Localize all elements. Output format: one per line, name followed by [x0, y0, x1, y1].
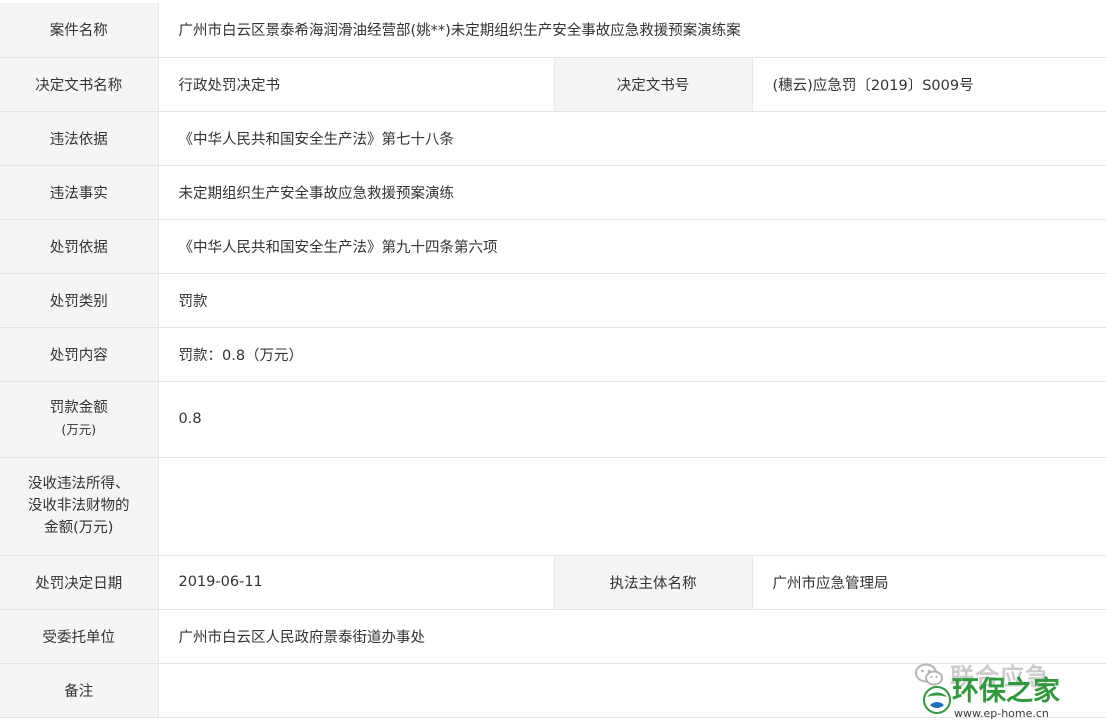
label-decision-date: 处罚决定日期	[0, 554, 159, 610]
label-confiscation-line3: 金额(万元)	[44, 520, 114, 536]
label-penalty-type: 处罚类别	[0, 272, 159, 328]
value-enforcement-body: 广州市应急管理局	[752, 554, 1106, 610]
row-violation-facts: 违法事实 未定期组织生产安全事故应急救援预案演练	[0, 164, 1106, 220]
label-confiscation-line1: 没收违法所得、	[28, 476, 130, 492]
watermark-url: www.ep-home.cn	[954, 707, 1049, 720]
row-penalty-basis: 处罚依据 《中华人民共和国安全生产法》第九十四条第六项	[0, 218, 1106, 274]
label-confiscation-line2: 没收非法财物的	[28, 498, 130, 514]
row-penalty-type: 处罚类别 罚款	[0, 272, 1106, 328]
page: 案件名称 广州市白云区景泰希海润滑油经营部(姚**)未定期组织生产安全事故应急救…	[0, 0, 1106, 721]
label-confiscation-amount: 没收违法所得、 没收非法财物的 金额(万元)	[0, 456, 159, 556]
label-penalty-content: 处罚内容	[0, 326, 159, 382]
value-penalty-content: 罚款：0.8（万元）	[158, 326, 1106, 382]
label-violation-basis: 违法依据	[0, 110, 159, 166]
label-fine-amount: 罚款金额 (万元)	[0, 380, 159, 458]
value-penalty-type: 罚款	[158, 272, 1106, 328]
value-document-number: (穗云)应急罚〔2019〕S009号	[752, 56, 1106, 112]
label-penalty-basis: 处罚依据	[0, 218, 159, 274]
value-fine-amount: 0.8	[158, 380, 1106, 458]
label-enforcement-body: 执法主体名称	[553, 554, 753, 610]
label-fine-amount-line2: (万元)	[61, 422, 97, 437]
value-confiscation-amount	[158, 456, 1106, 556]
row-confiscation-amount: 没收违法所得、 没收非法财物的 金额(万元)	[0, 456, 1106, 556]
value-decision-date: 2019-06-11	[158, 554, 555, 610]
row-violation-basis: 违法依据 《中华人民共和国安全生产法》第七十八条	[0, 110, 1106, 166]
row-penalty-content: 处罚内容 罚款：0.8（万元）	[0, 326, 1106, 382]
penalty-record-table: 案件名称 广州市白云区景泰希海润滑油经营部(姚**)未定期组织生产安全事故应急救…	[0, 3, 1106, 718]
value-case-name: 广州市白云区景泰希海润滑油经营部(姚**)未定期组织生产安全事故应急救援预案演练…	[158, 3, 1106, 58]
row-case-name: 案件名称 广州市白云区景泰希海润滑油经营部(姚**)未定期组织生产安全事故应急救…	[0, 3, 1106, 58]
label-case-name: 案件名称	[0, 3, 159, 58]
label-fine-amount-line1: 罚款金额	[49, 400, 108, 416]
row-decision-date: 处罚决定日期 2019-06-11 执法主体名称 广州市应急管理局	[0, 554, 1106, 610]
value-entrusted-unit: 广州市白云区人民政府景泰街道办事处	[158, 608, 1106, 664]
value-violation-basis: 《中华人民共和国安全生产法》第七十八条	[158, 110, 1106, 166]
label-document-name: 决定文书名称	[0, 56, 159, 112]
value-document-name: 行政处罚决定书	[158, 56, 555, 112]
label-violation-facts: 违法事实	[0, 164, 159, 220]
label-remarks: 备注	[0, 662, 159, 718]
wechat-icon	[914, 662, 944, 688]
watermark: 联合应急 环保之家 www.ep-home.cn	[910, 657, 1100, 720]
watermark-site-name: 环保之家	[952, 676, 1060, 707]
watermark-site: 环保之家	[952, 677, 1060, 707]
row-document-name: 决定文书名称 行政处罚决定书 决定文书号 (穗云)应急罚〔2019〕S009号	[0, 56, 1106, 112]
row-fine-amount: 罚款金额 (万元) 0.8	[0, 380, 1106, 458]
row-entrusted-unit: 受委托单位 广州市白云区人民政府景泰街道办事处	[0, 608, 1106, 664]
globe-icon	[922, 685, 952, 719]
label-document-number: 决定文书号	[553, 56, 753, 112]
value-violation-facts: 未定期组织生产安全事故应急救援预案演练	[158, 164, 1106, 220]
value-penalty-basis: 《中华人民共和国安全生产法》第九十四条第六项	[158, 218, 1106, 274]
label-entrusted-unit: 受委托单位	[0, 608, 159, 664]
